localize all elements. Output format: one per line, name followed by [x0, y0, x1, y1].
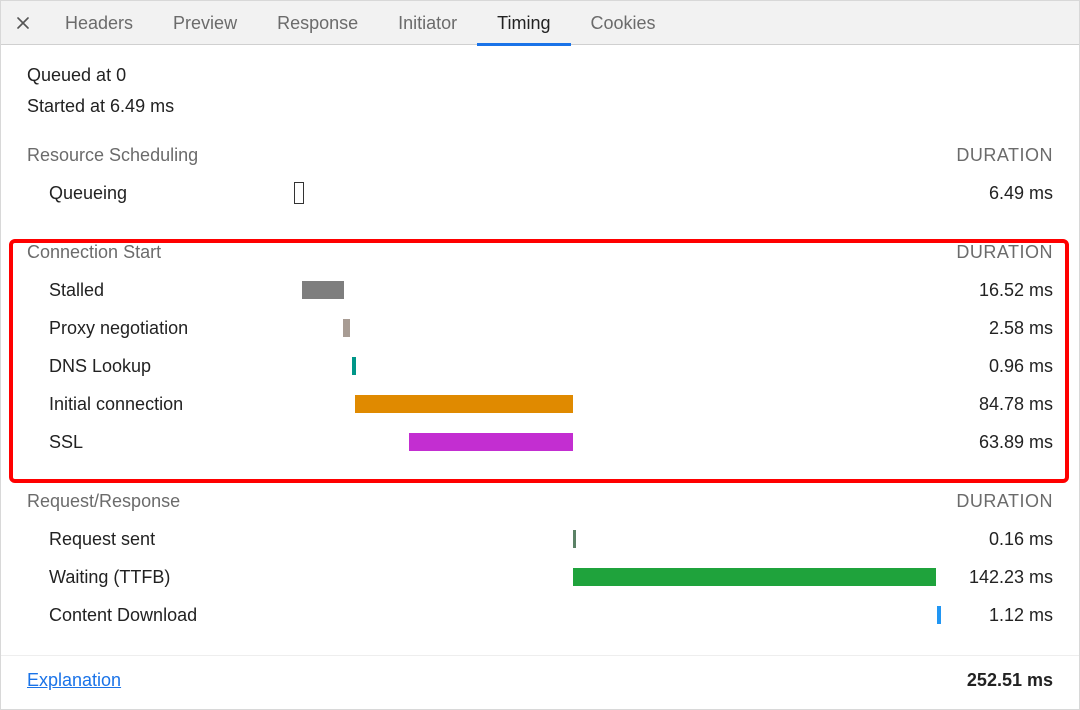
tab-preview[interactable]: Preview	[153, 1, 257, 45]
timing-bar	[352, 357, 356, 375]
tab-cookies[interactable]: Cookies	[571, 1, 676, 45]
timing-row: DNS Lookup 0.96 ms	[27, 347, 1053, 385]
timing-bar-track	[292, 606, 913, 624]
timing-row-duration: 2.58 ms	[913, 318, 1053, 339]
tab-response[interactable]: Response	[257, 1, 378, 45]
queued-at-text: Queued at 0	[27, 65, 1053, 86]
section-title: Resource Scheduling	[27, 145, 198, 166]
duration-column-header: DURATION	[956, 145, 1053, 166]
timing-row: Queueing 6.49 ms	[27, 174, 1053, 212]
section-header: Connection Start DURATION	[27, 242, 1053, 263]
timing-row: Content Download 1.12 ms	[27, 596, 1053, 634]
timing-bar-track	[292, 395, 913, 413]
timing-row-label: Stalled	[27, 280, 292, 301]
timing-row-label: Queueing	[27, 183, 292, 204]
timing-row: SSL 63.89 ms	[27, 423, 1053, 461]
timing-row-label: SSL	[27, 432, 292, 453]
timing-row-label: Request sent	[27, 529, 292, 550]
timing-row-duration: 6.49 ms	[913, 183, 1053, 204]
timing-bar-track	[292, 281, 913, 299]
timing-row: Initial connection 84.78 ms	[27, 385, 1053, 423]
timing-bar-track	[292, 184, 913, 202]
duration-column-header: DURATION	[956, 491, 1053, 512]
timing-row-duration: 16.52 ms	[913, 280, 1053, 301]
timing-row: Waiting (TTFB)142.23 ms	[27, 558, 1053, 596]
section-header: Request/Response DURATION	[27, 491, 1053, 512]
total-duration: 252.51 ms	[967, 670, 1053, 691]
close-icon[interactable]	[1, 1, 45, 45]
timing-row-duration: 63.89 ms	[913, 432, 1053, 453]
section-title: Connection Start	[27, 242, 161, 263]
timing-bar	[294, 182, 304, 204]
timing-row-label: DNS Lookup	[27, 356, 292, 377]
section-header: Resource Scheduling DURATION	[27, 145, 1053, 166]
timing-row: Stalled 16.52 ms	[27, 271, 1053, 309]
footer: Explanation 252.51 ms	[1, 655, 1079, 709]
tab-headers[interactable]: Headers	[45, 1, 153, 45]
timing-bar	[302, 281, 344, 299]
section-title: Request/Response	[27, 491, 180, 512]
timing-row-label: Waiting (TTFB)	[27, 567, 292, 588]
duration-column-header: DURATION	[956, 242, 1053, 263]
timing-bar	[937, 606, 941, 624]
timing-bar-track	[292, 530, 913, 548]
timing-bar	[573, 530, 576, 548]
timing-row: Proxy negotiation 2.58 ms	[27, 309, 1053, 347]
timing-bar-track	[292, 357, 913, 375]
tab-bar: HeadersPreviewResponseInitiatorTimingCoo…	[1, 1, 1079, 45]
tab-initiator[interactable]: Initiator	[378, 1, 477, 45]
timing-row-label: Content Download	[27, 605, 292, 626]
timing-bar	[355, 395, 573, 413]
tab-timing[interactable]: Timing	[477, 1, 570, 45]
timing-row: Request sent 0.16 ms	[27, 520, 1053, 558]
started-at-text: Started at 6.49 ms	[27, 96, 1053, 117]
timing-row-label: Proxy negotiation	[27, 318, 292, 339]
explanation-link[interactable]: Explanation	[27, 670, 121, 691]
timing-bar-track	[292, 433, 913, 451]
timing-row-duration: 0.96 ms	[913, 356, 1053, 377]
timing-row-label: Initial connection	[27, 394, 292, 415]
timing-bar	[343, 319, 350, 337]
timing-bar	[409, 433, 573, 451]
timing-row-duration: 0.16 ms	[913, 529, 1053, 550]
timing-bar-track	[292, 568, 913, 586]
timing-bar	[573, 568, 936, 586]
timing-bar-track	[292, 319, 913, 337]
timing-row-duration: 1.12 ms	[913, 605, 1053, 626]
timing-row-duration: 84.78 ms	[913, 394, 1053, 415]
